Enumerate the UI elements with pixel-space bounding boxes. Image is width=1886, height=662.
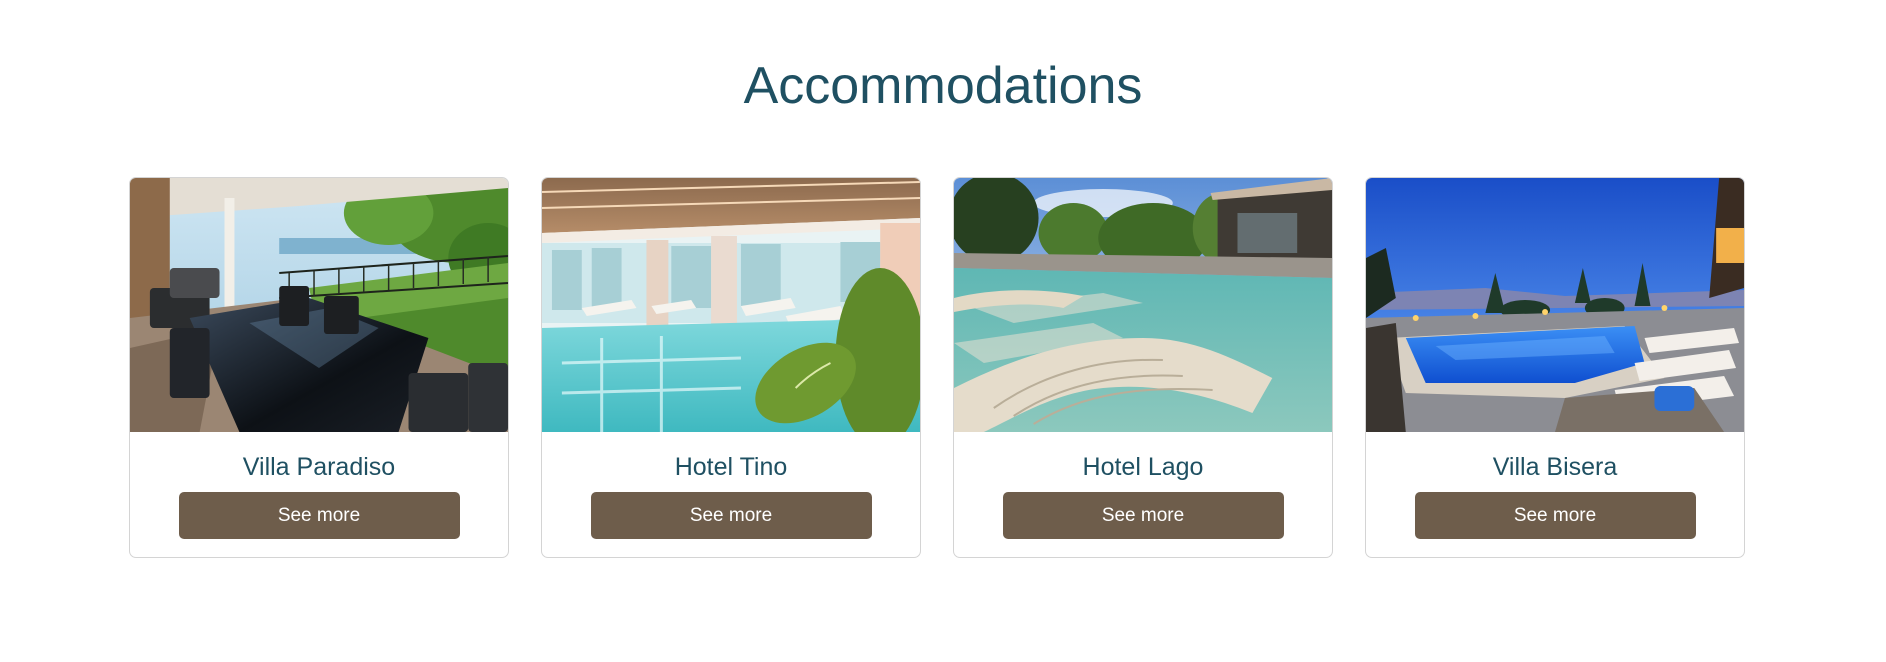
section-title: Accommodations bbox=[743, 57, 1143, 115]
hotel-tino-image[interactable] bbox=[542, 178, 920, 432]
see-more-button[interactable]: See more bbox=[178, 492, 460, 539]
card-title: Hotel Tino bbox=[674, 453, 788, 481]
villa-paradiso-image[interactable] bbox=[130, 178, 508, 432]
card-title: Villa Paradiso bbox=[242, 453, 396, 481]
card-title: Hotel Lago bbox=[1082, 453, 1204, 481]
accommodation-card-hotel-lago: Hotel Lago See more bbox=[953, 177, 1333, 558]
see-more-button[interactable]: See more bbox=[1414, 492, 1696, 539]
accommodation-card-hotel-tino: Hotel Tino See more bbox=[541, 177, 921, 558]
accommodation-card-villa-bisera: Villa Bisera See more bbox=[1365, 177, 1745, 558]
see-more-button[interactable]: See more bbox=[1002, 492, 1284, 539]
accommodation-cards: Villa Paradiso See more Hotel Tino See m… bbox=[129, 177, 1745, 558]
villa-bisera-image[interactable] bbox=[1366, 178, 1744, 432]
see-more-button[interactable]: See more bbox=[590, 492, 872, 539]
accommodations-section: Accommodations Villa Paradiso See more H… bbox=[0, 0, 1886, 662]
accommodation-card-villa-paradiso: Villa Paradiso See more bbox=[129, 177, 509, 558]
card-title: Villa Bisera bbox=[1492, 453, 1618, 481]
hotel-lago-image[interactable] bbox=[954, 178, 1332, 432]
